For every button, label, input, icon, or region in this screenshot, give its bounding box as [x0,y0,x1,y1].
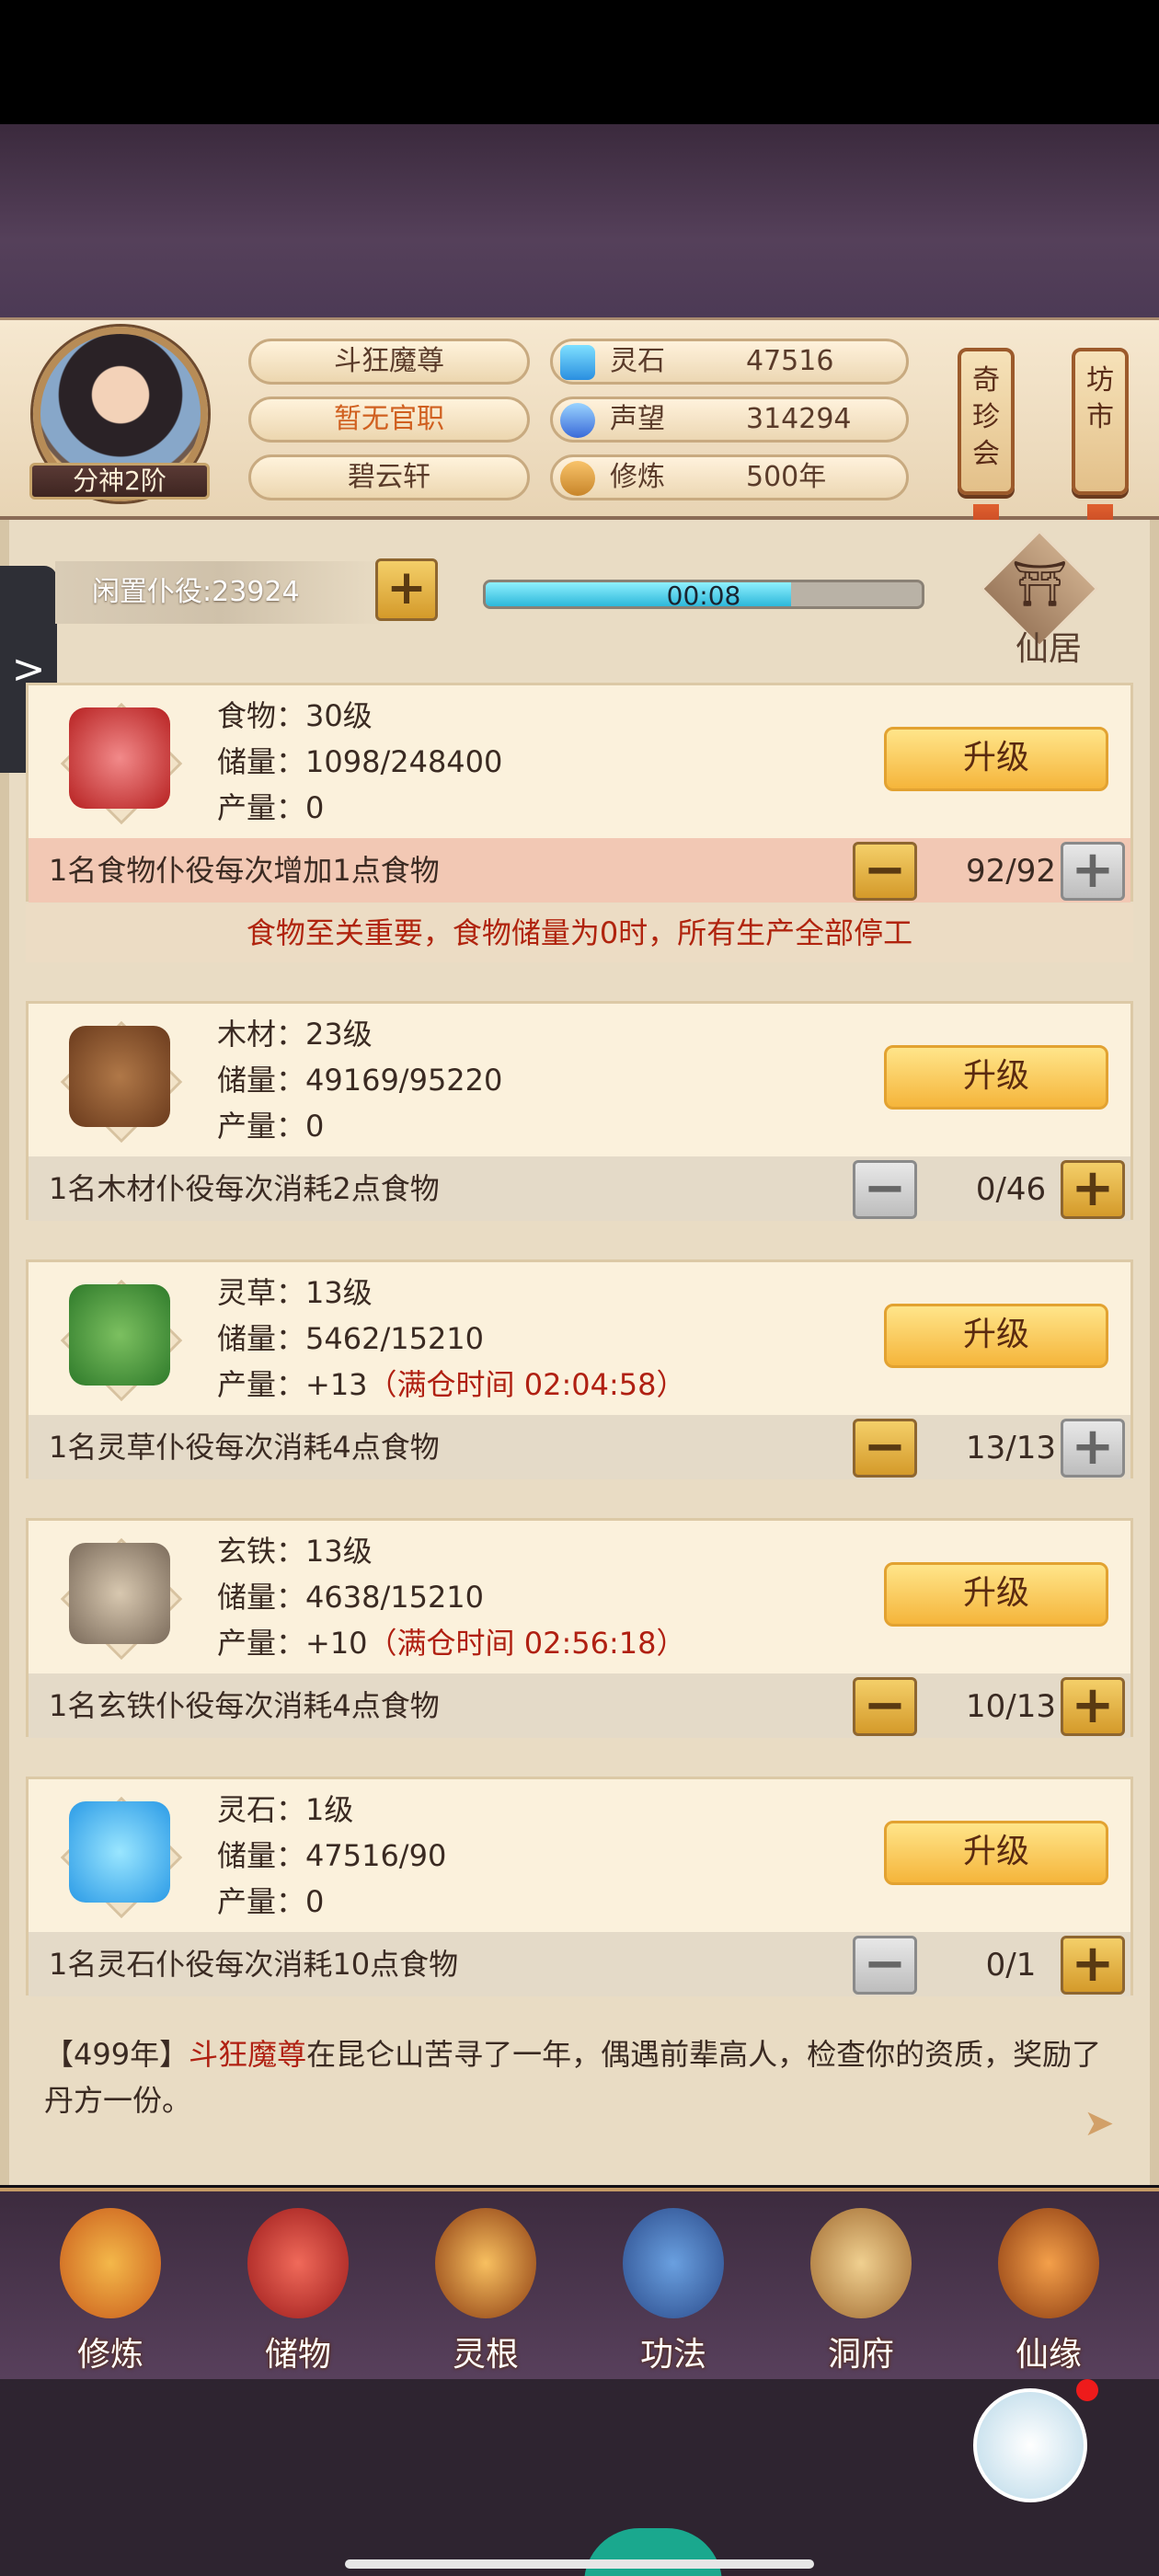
wood-icon [69,1026,170,1127]
food-level: 食物：30级 [217,698,373,733]
prestige-icon [560,403,595,438]
stone-upgrade-button[interactable]: 升级 [884,1821,1108,1885]
nav-label: 修炼 [76,2336,143,2374]
nav-label: 功法 [639,2336,706,2374]
wood-plus-button[interactable]: + [1061,1160,1125,1219]
herb-output: 产量：+13（满仓时间 02:04:58） [217,1367,686,1402]
spirit-stone-icon [560,345,595,380]
nav-technique[interactable]: 功法 [600,2208,747,2374]
pagoda-icon: ⛩ [1012,558,1068,610]
worker-timer-bar: 00:08 [483,580,924,609]
stone-plus-button[interactable]: + [1061,1936,1125,1995]
herb-level: 灵草：13级 [217,1275,373,1310]
player-name[interactable]: 斗狂魔尊 [248,339,530,385]
iron-level: 玄铁：13级 [217,1534,373,1569]
iron-card: 玄铁：13级储量：4638/15210 产量：+10（满仓时间 02:56:18）… [26,1518,1133,1738]
stone-worker-count: 0/1 [985,1947,1037,1984]
treasure-fair-button[interactable]: 奇珍会 [958,348,1015,495]
herb-upgrade-button[interactable]: 升级 [884,1304,1108,1368]
iron-storage: 储量：4638/15210 [217,1580,485,1615]
herb-storage: 储量：5462/15210 [217,1321,485,1356]
fate-icon [998,2208,1099,2318]
nav-label: 储物 [264,2336,331,2374]
herb-icon [69,1284,170,1386]
iron-plus-button[interactable]: + [1061,1677,1125,1736]
nav-storage[interactable]: 储物 [224,2208,372,2374]
wood-output: 产量：0 [217,1109,325,1144]
food-plus-button[interactable]: + [1061,842,1125,901]
iron-icon [69,1543,170,1644]
wood-level: 木材：23级 [217,1017,373,1052]
nav-label: 灵根 [452,2336,519,2374]
nav-cave[interactable]: 洞府 [787,2208,935,2374]
add-workers-button[interactable]: + [375,558,438,621]
wood-card: 木材：23级 储量：49169/95220 产量：0 升级 1名木材仆役每次消耗2点食物… [26,1001,1133,1221]
stone-icon [69,1801,170,1903]
food-worker-count: 92/92 [966,853,1056,890]
nav-cultivate[interactable]: 修炼 [37,2208,184,2374]
arrow-icon[interactable]: ➤ [1084,2102,1120,2145]
food-upgrade-button[interactable]: 升级 [884,727,1108,791]
cave-icon [810,2208,912,2318]
log-name[interactable]: 斗狂魔尊 [189,2037,306,2072]
idle-workers-label: 闲置仆役:23924 [55,561,386,624]
cultivation-stat: 修炼 500年 [550,454,909,500]
cultivate-icon [60,2208,161,2318]
timer-text: 00:08 [666,581,741,609]
herb-plus-button[interactable]: + [1061,1419,1125,1478]
storage-icon [247,2208,349,2318]
nav-fate[interactable]: 仙缘 [975,2208,1122,2374]
nav-spirit-root[interactable]: 灵根 [412,2208,559,2374]
official-title[interactable]: 暂无官职 [248,397,530,443]
notification-dot [1076,2379,1098,2401]
stone-output: 产量：0 [217,1884,325,1919]
stone-level: 灵石：1级 [217,1792,354,1827]
stone-storage: 储量：47516/90 [217,1838,447,1873]
event-log: 【499年】斗狂魔尊在昆仑山苦寻了一年，偶遇前辈高人，检查你的资质，奖励了丹方一… [44,2031,1111,2123]
food-output: 产量：0 [217,790,325,825]
technique-icon [623,2208,724,2318]
herb-worker-count: 13/13 [966,1430,1056,1466]
wood-minus-button[interactable]: − [853,1160,917,1219]
nav-label: 仙缘 [1015,2336,1082,2374]
food-card: 食物：30级 储量：1098/248400 产量：0 升级 1名食物仆役每次增加1点食物… [26,683,1133,903]
scene-background [0,124,1159,317]
log-year: 【499年】 [44,2037,189,2072]
market-button[interactable]: 坊市 [1072,348,1129,495]
food-minus-button[interactable]: − [853,842,917,901]
food-icon [69,707,170,809]
meditation-icon [560,461,595,496]
iron-upgrade-button[interactable]: 升级 [884,1562,1108,1627]
residence-label[interactable]: 仙居 [984,622,1113,668]
stone-minus-button[interactable]: − [853,1936,917,1995]
rank-badge: 分神2阶 [29,463,210,500]
stone-card: 灵石：1级 储量：47516/90 产量：0 升级 1名灵石仆役每次消耗10点食物 −0/… [26,1777,1133,1996]
status-bar [0,0,1159,124]
wood-upgrade-button[interactable]: 升级 [884,1045,1108,1110]
spirit-root-icon [435,2208,536,2318]
community-badge[interactable] [973,2388,1087,2502]
iron-minus-button[interactable]: − [853,1677,917,1736]
wood-worker-count: 0/46 [975,1171,1047,1208]
sect-name[interactable]: 碧云轩 [248,454,530,500]
food-warning: 食物至关重要，食物储量为0时，所有生产全部停工 [26,903,1133,962]
prestige-stat: 声望 314294 [550,397,909,443]
herb-minus-button[interactable]: − [853,1419,917,1478]
food-storage: 储量：1098/248400 [217,744,503,779]
wood-storage: 储量：49169/95220 [217,1063,503,1098]
nav-label: 洞府 [827,2336,894,2374]
spirit-stone-stat: 灵石 47516 [550,339,909,385]
home-indicator[interactable] [345,2559,814,2569]
iron-output: 产量：+10（满仓时间 02:56:18） [217,1626,686,1661]
iron-worker-count: 10/13 [966,1688,1056,1725]
herb-card: 灵草：13级储量：5462/15210 产量：+13（满仓时间 02:04:58）… [26,1259,1133,1479]
